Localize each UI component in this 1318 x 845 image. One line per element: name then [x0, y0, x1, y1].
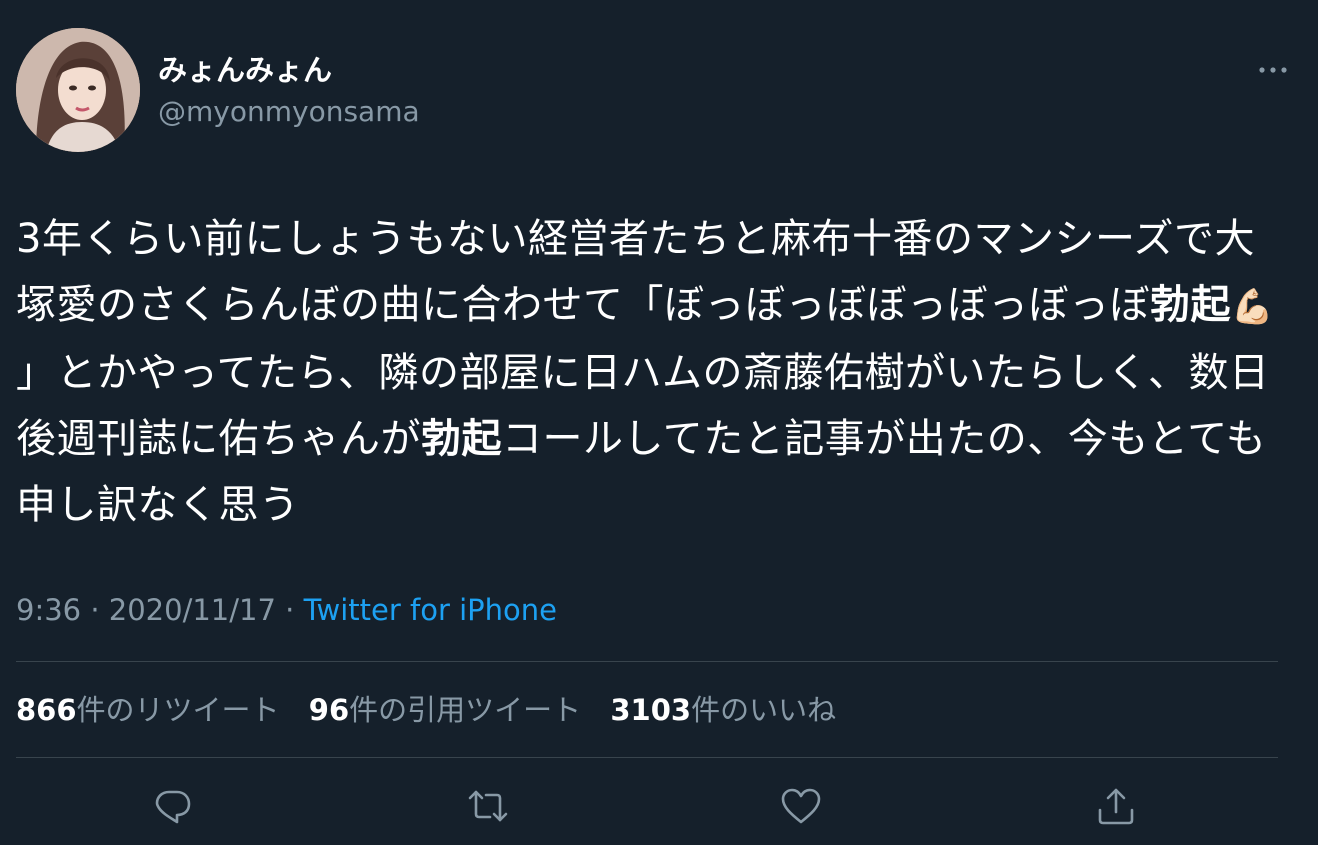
quotes-stat[interactable]: 96件の引用ツイート	[309, 690, 581, 730]
tweet-text-bold2: 勃起	[421, 416, 502, 462]
retweet-icon[interactable]	[466, 784, 510, 828]
tweet-meta: 9:36 · 2020/11/17 · Twitter for iPhone	[16, 590, 557, 630]
retweets-count: 866	[16, 693, 77, 727]
likes-count: 3103	[610, 693, 692, 727]
heart-icon[interactable]	[779, 784, 823, 828]
tweet-time[interactable]: 9:36	[16, 593, 81, 627]
quotes-count: 96	[308, 693, 350, 727]
flexed-biceps-emoji: 💪🏻	[1231, 287, 1274, 327]
meta-separator: ·	[285, 593, 295, 627]
tweet-actions	[0, 784, 1318, 834]
meta-separator: ·	[90, 593, 100, 627]
likes-label: 件のいいね	[691, 693, 837, 727]
more-horizontal-icon[interactable]	[1258, 60, 1288, 80]
display-name[interactable]: みょんみょん	[158, 50, 332, 90]
retweets-label: 件のリツイート	[76, 693, 280, 727]
tweet-stats: 866件のリツイート 96件の引用ツイート 3103件のいいね	[16, 690, 856, 730]
tweet-text-bold1: 勃起	[1150, 282, 1231, 328]
avatar[interactable]	[16, 28, 140, 152]
divider	[16, 757, 1278, 758]
tweet-detail: みょんみょん @myonmyonsama 3年くらい前にしょうもない経営者たちと…	[0, 0, 1318, 845]
user-handle[interactable]: @myonmyonsama	[158, 94, 420, 130]
tweet-text-part1: 3年くらい前にしょうもない経営者たちと麻布十番のマンシーズで大塚愛のさくらんぼの…	[16, 216, 1255, 328]
share-icon[interactable]	[1094, 784, 1138, 828]
retweets-stat[interactable]: 866件のリツイート	[16, 690, 280, 730]
divider	[16, 661, 1278, 662]
tweet-date[interactable]: 2020/11/17	[109, 593, 276, 627]
tweet-source-link[interactable]: Twitter for iPhone	[304, 593, 557, 627]
likes-stat[interactable]: 3103件のいいね	[610, 690, 836, 730]
tweet-text: 3年くらい前にしょうもない経営者たちと麻布十番のマンシーズで大塚愛のさくらんぼの…	[16, 206, 1286, 538]
reply-icon[interactable]	[151, 784, 195, 828]
quotes-label: 件の引用ツイート	[349, 693, 582, 727]
